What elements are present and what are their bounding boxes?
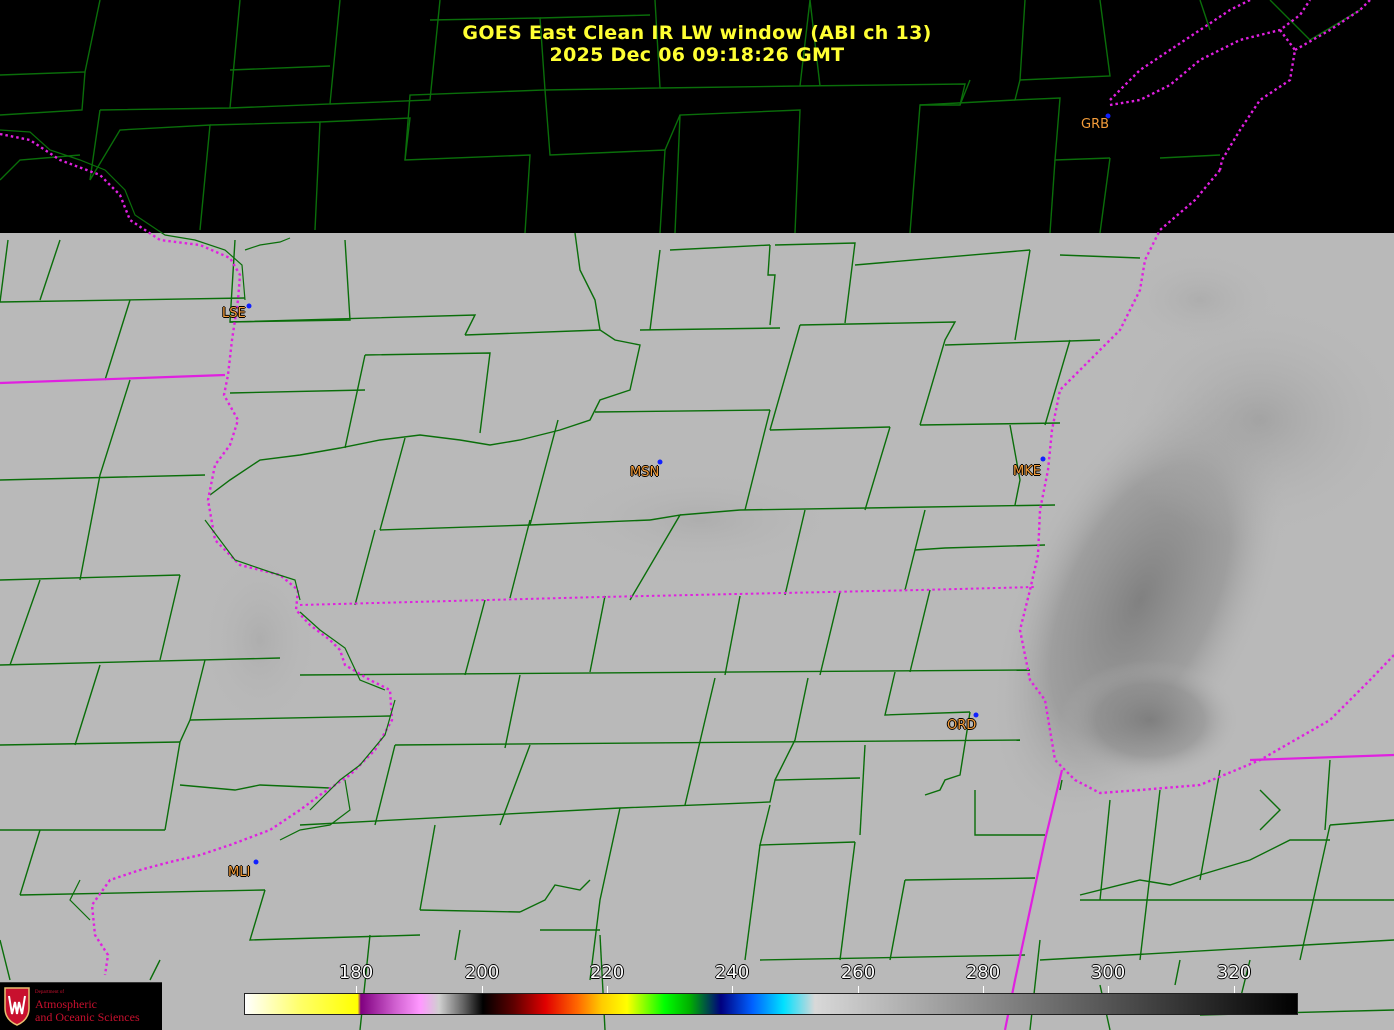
colorbar-tick-mark (858, 986, 859, 993)
colorbar-tick-mark (356, 986, 357, 993)
colorbar-tick-label: 180 (338, 962, 374, 983)
colorbar-tick-mark (1234, 986, 1235, 993)
cloud-patch-north (1120, 250, 1280, 350)
colorbar-tick-mark (482, 986, 483, 993)
station-dot-msn (657, 459, 663, 465)
colorbar-tick-label: 320 (1216, 962, 1252, 983)
colorbar-legend (244, 993, 1298, 1015)
image-timestamp: 2025 Dec 06 09:18:26 GMT (549, 44, 845, 66)
colorbar-tick-label: 220 (589, 962, 625, 983)
logo-department-text: Department of (35, 990, 65, 995)
colorbar-tick-mark (607, 986, 608, 993)
station-label-grb: GRB (1081, 117, 1110, 132)
station-dot-ord (973, 712, 979, 718)
station-dot-lse (246, 303, 252, 309)
station-label-ord: ORD (947, 718, 977, 733)
colorbar-tick-label: 240 (714, 962, 750, 983)
colorbar-tick-mark (983, 986, 984, 993)
station-dot-mli (253, 859, 259, 865)
colorbar-tick-label: 200 (464, 962, 500, 983)
station-dot-mke (1040, 456, 1046, 462)
colorbar-tick-mark (1108, 986, 1109, 993)
station-label-lse: LSE (222, 306, 246, 321)
uw-crest-icon (4, 987, 30, 1026)
station-label-mke: MKE (1013, 464, 1041, 479)
satellite-map-viewer: GOES East Clean IR LW window (ABI ch 13)… (0, 0, 1394, 1030)
cloud-patch-central (560, 470, 840, 570)
station-label-mli: MLI (228, 865, 251, 880)
logo-title-line2: and Oceanic Sciences (35, 1010, 140, 1024)
aos-logo: Department of Atmospheric and Oceanic Sc… (0, 982, 162, 1030)
colorbar-gradient (244, 993, 1298, 1015)
cloud-band-se (1060, 660, 1240, 780)
image-title: GOES East Clean IR LW window (ABI ch 13) (462, 22, 932, 44)
station-label-msn: MSN (630, 465, 660, 480)
colorbar-tick-label: 300 (1090, 962, 1126, 983)
colorbar-tick-label: 260 (840, 962, 876, 983)
colorbar-tick-label: 280 (965, 962, 1001, 983)
logo-title-line1: Atmospheric (35, 997, 97, 1011)
colorbar-tick-mark (732, 986, 733, 993)
cloud-patch-west (200, 550, 320, 730)
satellite-image-map[interactable] (0, 0, 1394, 1030)
